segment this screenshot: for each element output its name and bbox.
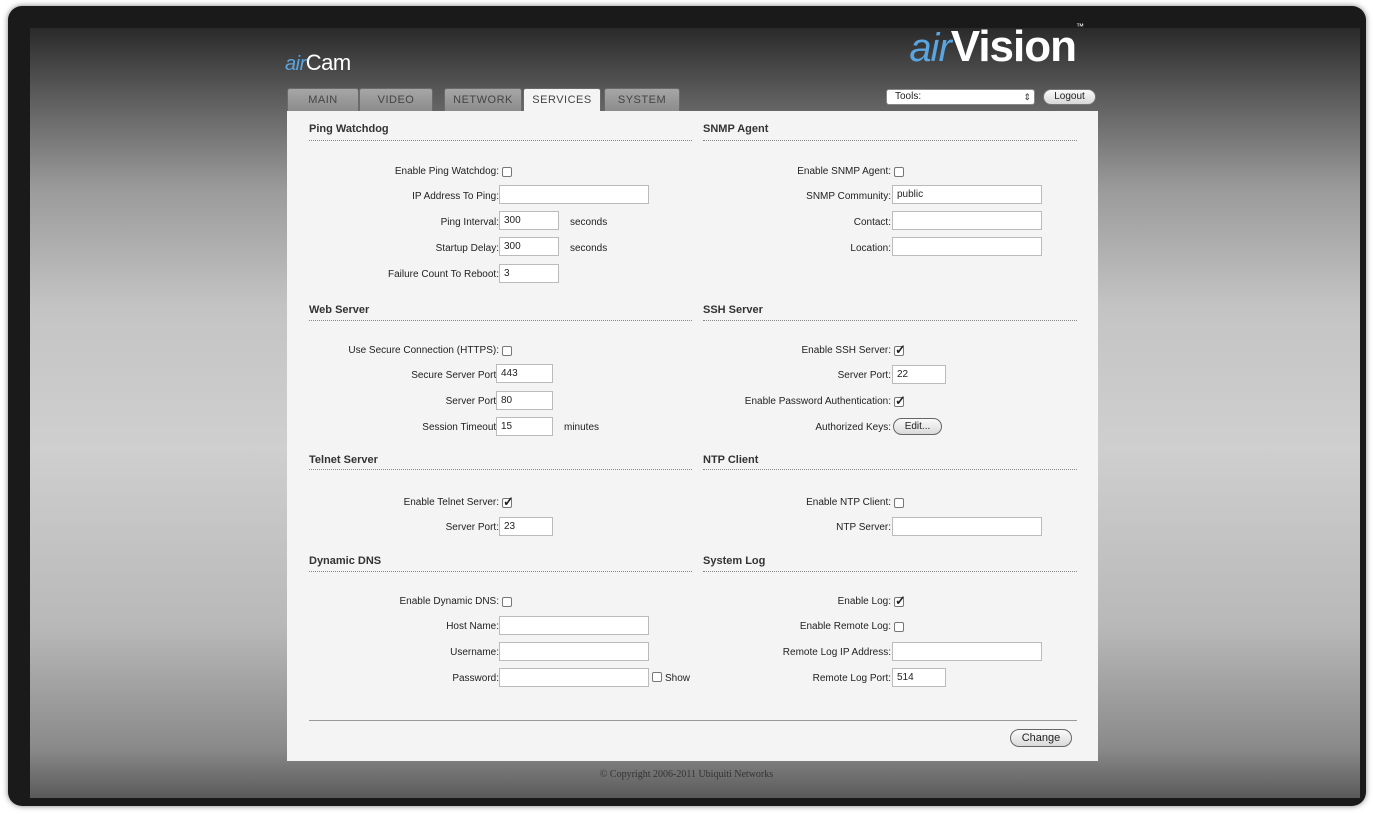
snmp-community-label: SNMP Community: (806, 191, 891, 202)
ddns-password-label: Password: (452, 673, 499, 684)
tab-main[interactable]: MAIN (287, 88, 359, 111)
aircam-logo: airCam (285, 50, 351, 75)
snmp-title: SNMP Agent (703, 123, 769, 135)
show-password-checkbox[interactable] (652, 672, 662, 682)
ssh-port-input[interactable]: 22 (892, 365, 946, 384)
checkmark-icon: ✓ (895, 393, 906, 408)
change-button[interactable]: Change (1010, 729, 1072, 747)
section-divider (309, 571, 692, 572)
startup-delay-input[interactable]: 300 (499, 237, 559, 256)
telnet-enable-checkbox[interactable]: ✓ (502, 494, 514, 509)
password-auth-label: Enable Password Authentication: (744, 396, 891, 407)
ntp-server-label: NTP Server: (836, 522, 891, 533)
ssh-title: SSH Server (703, 304, 763, 316)
ddns-host-label: Host Name: (446, 621, 499, 632)
secure-port-label: Secure Server Port: (411, 370, 499, 381)
section-divider (703, 571, 1077, 572)
syslog-title: System Log (703, 555, 766, 567)
copyright-text: © Copyright 2006-2011 Ubiquiti Networks (599, 769, 774, 780)
failure-count-input[interactable]: 3 (499, 264, 559, 283)
ping-enable-label: Enable Ping Watchdog: (394, 166, 499, 177)
section-divider (703, 320, 1077, 321)
section-divider (309, 320, 692, 321)
ping-interval-input[interactable]: 300 (499, 211, 559, 230)
ntp-enable-checkbox[interactable] (894, 498, 904, 508)
logout-button[interactable]: Logout (1043, 89, 1096, 105)
ping-interval-label: Ping Interval: (440, 217, 499, 228)
tools-select[interactable]: Tools: ⇕ (886, 89, 1035, 105)
snmp-community-input[interactable]: public (892, 185, 1042, 204)
session-timeout-unit: minutes (564, 422, 600, 433)
https-label: Use Secure Connection (HTTPS): (348, 345, 499, 356)
snmp-enable-label: Enable SNMP Agent: (797, 166, 891, 177)
authorized-keys-label: Authorized Keys: (815, 422, 891, 433)
tab-system[interactable]: SYSTEM (604, 88, 680, 111)
airvision-logo: airVision™ (909, 22, 1084, 71)
ddns-enable-label: Enable Dynamic DNS: (399, 596, 499, 607)
section-divider (309, 469, 692, 470)
ddns-username-label: Username: (450, 647, 499, 658)
remote-log-port-input[interactable]: 514 (892, 668, 946, 687)
remote-log-checkbox[interactable] (894, 622, 904, 632)
checkmark-icon: ✓ (895, 593, 906, 608)
tab-network[interactable]: NETWORK (444, 88, 522, 111)
checkmark-icon: ✓ (503, 494, 514, 509)
ping-ip-label: IP Address To Ping: (412, 191, 499, 202)
ping-interval-unit: seconds (570, 217, 608, 228)
show-password-label: Show (665, 673, 691, 684)
tab-services[interactable]: SERVICES (523, 88, 601, 112)
snmp-location-input[interactable] (892, 237, 1042, 256)
web-server-title: Web Server (309, 304, 370, 316)
ping-ip-input[interactable] (499, 185, 649, 204)
ntp-title: NTP Client (703, 454, 759, 466)
remote-log-port-label: Remote Log Port: (812, 673, 891, 684)
session-timeout-input[interactable]: 15 (496, 417, 553, 436)
ntp-enable-label: Enable NTP Client: (806, 497, 891, 508)
section-divider (703, 469, 1077, 470)
ping-watchdog-title: Ping Watchdog (309, 123, 389, 135)
log-enable-checkbox[interactable]: ✓ (894, 593, 906, 608)
snmp-location-label: Location: (850, 243, 891, 254)
secure-port-input[interactable]: 443 (496, 364, 553, 383)
section-divider (309, 140, 692, 141)
ssh-enable-checkbox[interactable]: ✓ (894, 342, 906, 357)
ddns-password-input[interactable] (499, 668, 649, 687)
password-auth-checkbox[interactable]: ✓ (894, 393, 906, 408)
snmp-enable-checkbox[interactable] (894, 167, 904, 177)
services-panel: Ping Watchdog Enable Ping Watchdog: IP A… (287, 111, 1098, 761)
remote-log-ip-label: Remote Log IP Address: (782, 647, 891, 658)
startup-delay-label: Startup Delay: (435, 243, 499, 254)
telnet-port-label: Server Port: (445, 522, 499, 533)
log-enable-label: Enable Log: (837, 596, 891, 607)
web-port-label: Server Port: (445, 396, 499, 407)
tab-video[interactable]: VIDEO (359, 88, 433, 111)
telnet-enable-label: Enable Telnet Server: (403, 497, 499, 508)
ssh-enable-label: Enable SSH Server: (801, 345, 892, 356)
snmp-contact-label: Contact: (853, 217, 891, 228)
startup-delay-unit: seconds (570, 243, 608, 254)
failure-count-label: Failure Count To Reboot: (388, 269, 499, 280)
ntp-server-input[interactable] (892, 517, 1042, 536)
ddns-username-input[interactable] (499, 642, 649, 661)
ping-enable-checkbox[interactable] (502, 167, 512, 177)
ddns-host-input[interactable] (499, 616, 649, 635)
session-timeout-label: Session Timeout: (422, 422, 499, 433)
checkmark-icon: ✓ (895, 342, 906, 357)
ddns-enable-checkbox[interactable] (502, 597, 512, 607)
snmp-contact-input[interactable] (892, 211, 1042, 230)
ssh-port-label: Server Port: (837, 370, 891, 381)
ddns-title: Dynamic DNS (309, 555, 382, 567)
web-port-input[interactable]: 80 (496, 391, 553, 410)
select-arrows-icon: ⇕ (1023, 92, 1031, 102)
telnet-title: Telnet Server (309, 454, 378, 466)
section-divider (703, 140, 1077, 141)
actions-divider (309, 720, 1077, 721)
remote-log-label: Enable Remote Log: (799, 621, 891, 632)
telnet-port-input[interactable]: 23 (499, 517, 553, 536)
remote-log-ip-input[interactable] (892, 642, 1042, 661)
edit-keys-button[interactable]: Edit... (893, 418, 942, 435)
https-checkbox[interactable] (502, 346, 512, 356)
